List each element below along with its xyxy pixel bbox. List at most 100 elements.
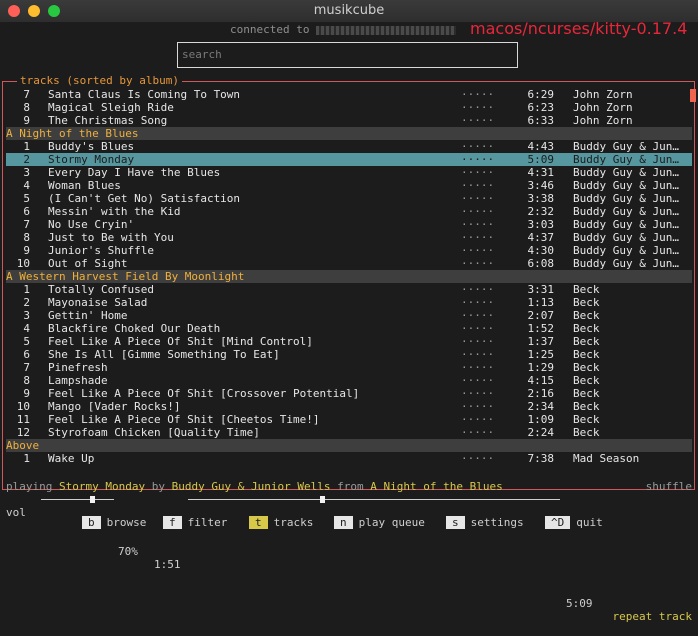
track-rating: ····· [461, 426, 495, 439]
shortcut-label: browse [106, 516, 147, 529]
track-row[interactable]: 4 Woman Blues ····· 3:46 Buddy Guy & Jun… [6, 179, 692, 192]
track-row[interactable]: 1 Totally Confused ····· 3:31 Beck [6, 283, 692, 296]
transport-row: vol 70% 1:51 5:09 repeat track [6, 493, 692, 623]
track-title: (I Can't Get No) Satisfaction [48, 192, 241, 205]
track-row[interactable]: 9 Feel Like A Piece Of Shit [Crossover Po… [6, 387, 692, 400]
track-rating: ····· [461, 374, 495, 387]
track-row[interactable]: 6 Messin' with the Kid ····· 2:32 Buddy Guy … [6, 205, 692, 218]
track-row[interactable]: 1 Buddy's Blues ····· 4:43 Buddy Guy & Jun… [6, 140, 692, 153]
repeat-toggle[interactable]: repeat track [613, 610, 692, 623]
track-artist: John Zorn [573, 114, 633, 127]
volume-percent: 70% [118, 545, 138, 558]
track-title: Santa Claus Is Coming To Town [48, 88, 241, 101]
track-row[interactable]: 10 Mango [Vader Rocks!] ····· 2:34 Beck [6, 400, 692, 413]
track-artist: Beck [573, 400, 600, 413]
track-number: 9 [23, 114, 30, 127]
track-artist: Buddy Guy & Jun… [573, 231, 679, 244]
track-title: Woman Blues [48, 179, 121, 192]
track-rating: ····· [461, 348, 495, 361]
track-row[interactable]: 9 The Christmas Song ····· 6:33 John Zorn [6, 114, 692, 127]
track-artist: Buddy Guy & Jun… [573, 218, 679, 231]
track-title: Every Day I Have the Blues [48, 166, 221, 179]
now-playing-artist: Buddy Guy & Junior Wells [171, 480, 331, 493]
track-number: 3 [23, 309, 30, 322]
seek-bar[interactable] [188, 499, 560, 500]
elapsed-time: 1:51 [154, 558, 181, 571]
shortcut-play-queue[interactable]: n play queue [334, 516, 425, 529]
shortcut-filter[interactable]: f filter [163, 516, 227, 529]
track-row[interactable]: 3 Gettin' Home ····· 2:07 Beck [6, 309, 692, 322]
track-artist: Beck [573, 361, 600, 374]
track-number: 5 [23, 192, 30, 205]
track-row[interactable]: 10 Out of Sight ····· 6:08 Buddy Guy & Jun… [6, 257, 692, 270]
shuffle-toggle[interactable]: shuffle [646, 480, 692, 493]
now-playing-title: Stormy Monday [58, 480, 146, 493]
track-row[interactable]: 11 Feel Like A Piece Of Shit [Cheetos Tim… [6, 413, 692, 426]
track-row[interactable]: 12 Styrofoam Chicken [Quality Time] ····· 2… [6, 426, 692, 439]
shortcut-tracks[interactable]: t tracks [249, 516, 313, 529]
track-row[interactable]: 2 Mayonaise Salad ····· 1:13 Beck [6, 296, 692, 309]
track-number: 7 [23, 218, 30, 231]
track-title: Out of Sight [48, 257, 128, 270]
track-row[interactable]: 8 Just to Be with You ····· 4:37 Buddy Guy &… [6, 231, 692, 244]
volume-slider[interactable] [41, 499, 114, 500]
shortcut-settings[interactable]: s settings [446, 516, 524, 529]
seek-bar-knob[interactable] [319, 496, 325, 503]
track-row[interactable]: 6 She Is All [Gimme Something To Eat] ····… [6, 348, 692, 361]
track-duration: 1:37 [527, 335, 555, 348]
track-number: 8 [23, 101, 30, 114]
track-rating: ····· [461, 322, 495, 335]
track-row[interactable]: 7 Santa Claus Is Coming To Town ····· 6:29 J… [6, 88, 692, 101]
track-row[interactable]: 7 Pinefresh ····· 1:29 Beck [6, 361, 692, 374]
track-rating: ····· [461, 400, 495, 413]
track-row[interactable]: 5 (I Can't Get No) Satisfaction ····· 3:38 B… [6, 192, 692, 205]
track-title: Feel Like A Piece Of Shit [Crossover Pot… [48, 387, 360, 400]
track-title: Totally Confused [48, 283, 154, 296]
track-artist: Beck [573, 426, 600, 439]
track-number: 4 [23, 322, 30, 335]
album-header-title: A Western Harvest Field By Moonlight [6, 270, 245, 283]
track-title: Styrofoam Chicken [Quality Time] [48, 426, 260, 439]
shortcut-quit[interactable]: ^D quit [545, 516, 603, 529]
track-number: 11 [16, 413, 30, 426]
shortcut-key: t [249, 516, 268, 529]
track-row[interactable]: 1 Wake Up ····· 7:38 Mad Season [6, 452, 692, 465]
track-artist: Beck [573, 374, 600, 387]
track-row[interactable]: 8 Lampshade ····· 4:15 Beck [6, 374, 692, 387]
shortcut-key: f [163, 516, 182, 529]
track-number: 1 [23, 140, 30, 153]
track-row[interactable]: 8 Magical Sleigh Ride ····· 6:23 John Zorn [6, 101, 692, 114]
track-row[interactable]: 4 Blackfire Choked Our Death ····· 1:52 Beck [6, 322, 692, 335]
track-artist: John Zorn [573, 101, 633, 114]
track-artist: Beck [573, 335, 600, 348]
track-row-selected[interactable]: 2 Stormy Monday ····· 5:09 Buddy Guy & Jun… [6, 153, 692, 166]
track-duration: 4:30 [527, 244, 555, 257]
track-duration: 6:33 [527, 114, 555, 127]
track-row[interactable]: 9 Junior's Shuffle ····· 4:30 Buddy Guy & Ju… [6, 244, 692, 257]
album-header-title: Above [6, 439, 40, 452]
track-number: 7 [23, 361, 30, 374]
shortcut-label: settings [470, 516, 524, 529]
track-title: Stormy Monday [48, 153, 135, 166]
tracks-panel: tracks (sorted by album) 7 Santa Claus Is… [2, 74, 696, 490]
track-number: 6 [23, 205, 30, 218]
track-row[interactable]: 5 Feel Like A Piece Of Shit [Mind Control… [6, 335, 692, 348]
shortcut-browse[interactable]: b browse [82, 516, 146, 529]
track-row[interactable]: 3 Every Day I Have the Blues ····· 4:31 Budd… [6, 166, 692, 179]
track-list: 7 Santa Claus Is Coming To Town ····· 6:29 J… [6, 88, 692, 465]
track-row[interactable]: 7 No Use Cryin' ····· 3:03 Buddy Guy & Jun… [6, 218, 692, 231]
album-header-title: A Night of the Blues [6, 127, 139, 140]
track-artist: Buddy Guy & Jun… [573, 244, 679, 257]
search-input[interactable]: search [177, 42, 518, 68]
album-header[interactable]: Above [6, 439, 692, 452]
track-artist: John Zorn [573, 88, 633, 101]
track-rating: ····· [461, 361, 495, 374]
track-number: 5 [23, 335, 30, 348]
track-duration: 3:31 [527, 283, 555, 296]
shortcut-bar: b browse f filter t tracks n play queue s setting… [0, 516, 698, 529]
volume-slider-knob[interactable] [90, 496, 96, 503]
album-header[interactable]: A Night of the Blues [6, 127, 692, 140]
track-artist: Buddy Guy & Jun… [573, 153, 679, 166]
shortcut-label: filter [187, 516, 228, 529]
album-header[interactable]: A Western Harvest Field By Moonlight [6, 270, 692, 283]
